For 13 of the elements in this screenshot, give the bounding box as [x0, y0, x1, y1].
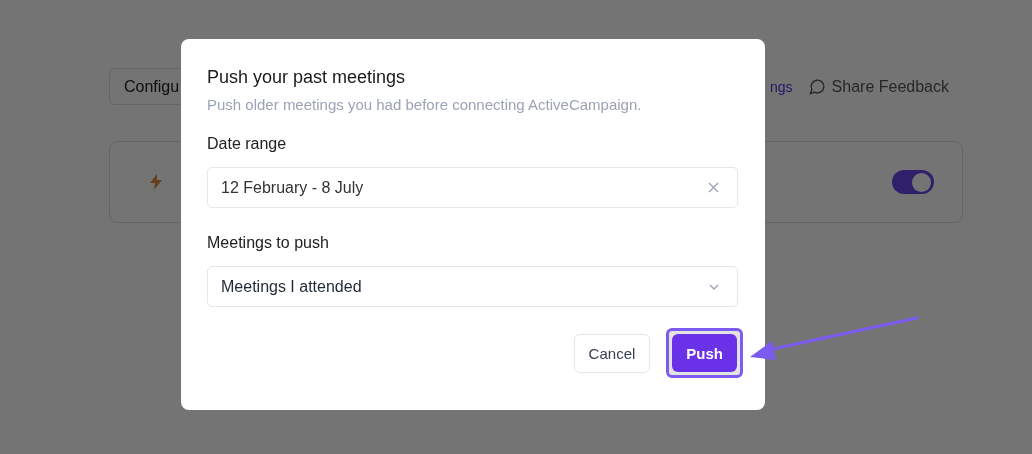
chat-bubble-icon [808, 78, 826, 95]
clear-icon[interactable] [708, 182, 719, 193]
input-field[interactable]: 12 February - 8 July [207, 167, 738, 208]
lightning-icon [150, 174, 162, 190]
push-button[interactable]: Push [672, 334, 737, 372]
toggle-switch[interactable] [892, 170, 934, 194]
dropdown-field[interactable]: Meetings I attended [207, 266, 738, 307]
field-label: Date range [207, 135, 288, 153]
field-label: Meetings to push [207, 234, 330, 252]
cancel-button[interactable]: Cancel [573, 333, 651, 373]
settings-link[interactable]: ngs [770, 78, 793, 95]
share-feedback-link[interactable]: Share Feedback [808, 77, 949, 96]
chevron-down-icon [709, 283, 719, 290]
